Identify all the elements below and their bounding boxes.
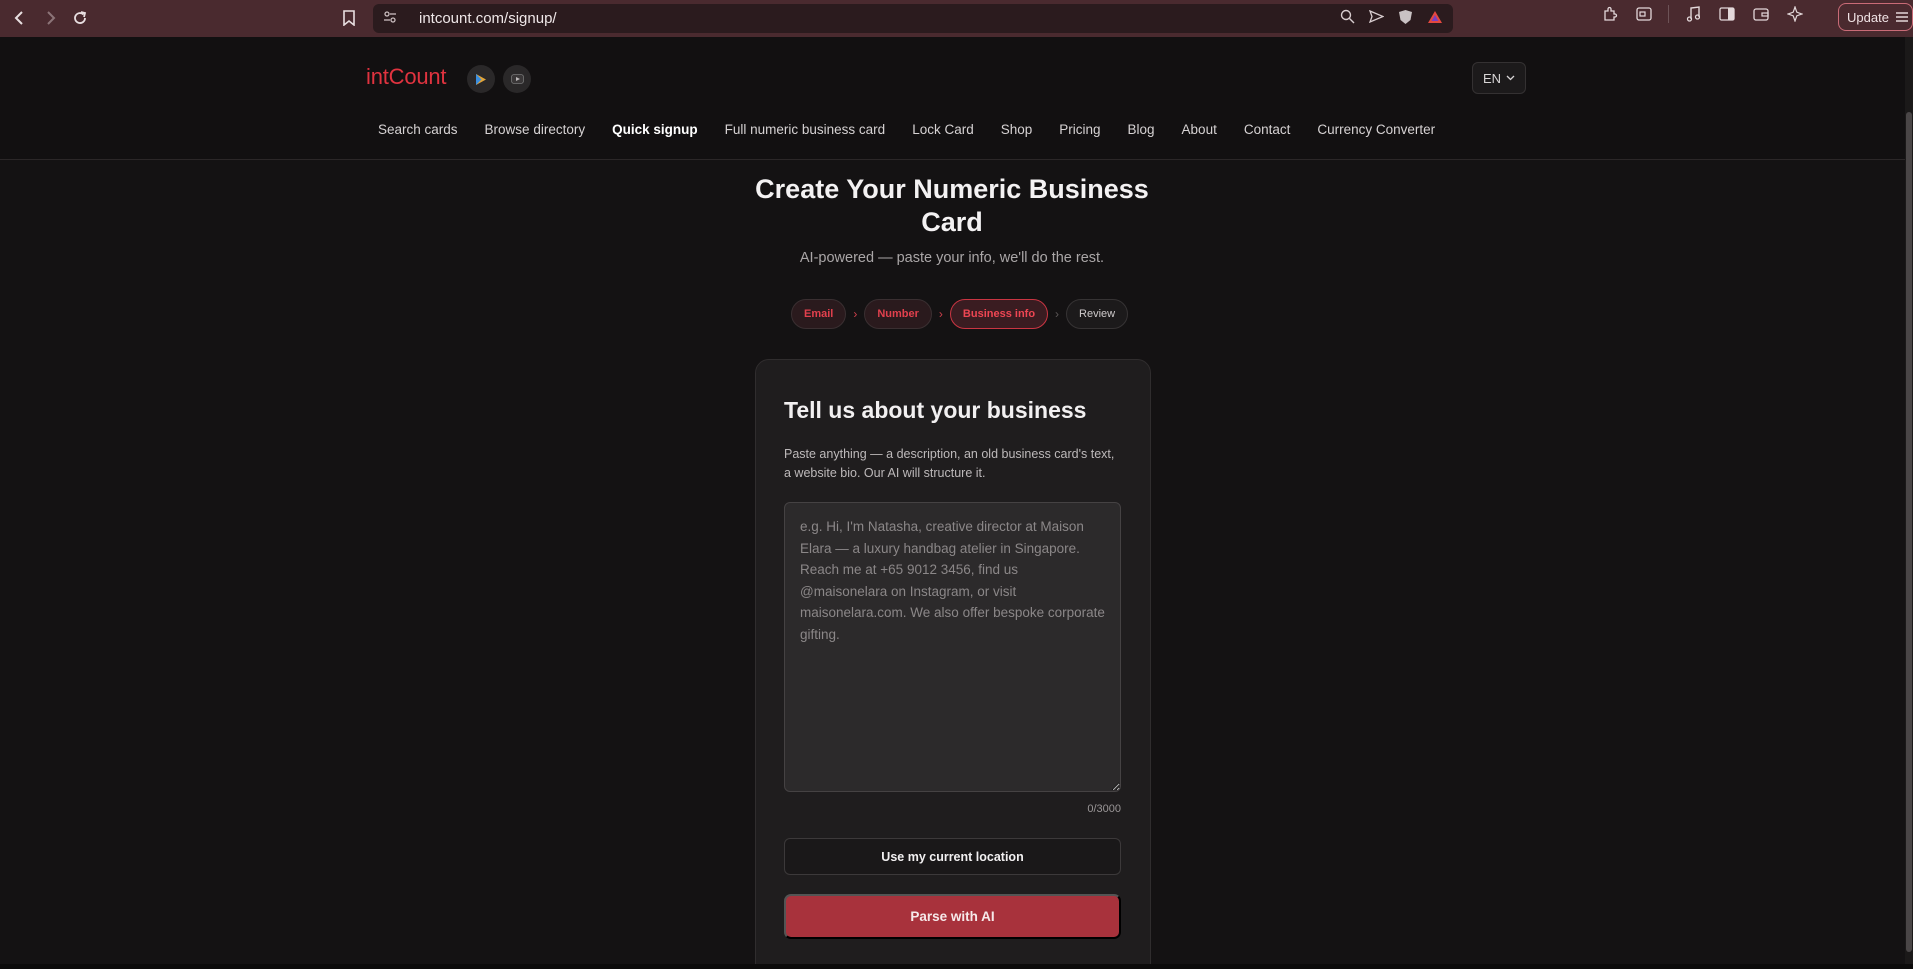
chevron-down-icon: [1506, 75, 1515, 81]
address-bar[interactable]: intcount.com/signup/: [373, 4, 1453, 33]
wallet-screenshot-icon[interactable]: [1634, 4, 1654, 24]
zoom-icon[interactable]: [1340, 9, 1355, 28]
character-counter: 0/3000: [1087, 803, 1121, 815]
card-description: Paste anything — a description, an old b…: [784, 447, 1115, 480]
nav-about[interactable]: About: [1182, 122, 1217, 137]
parse-with-ai-button[interactable]: Parse with AI: [784, 894, 1121, 939]
page-subtitle: AI-powered — paste your info, we'll do t…: [799, 250, 1105, 266]
back-icon[interactable]: [5, 3, 35, 33]
nav-full-numeric-business-card[interactable]: Full numeric business card: [725, 122, 886, 137]
reload-icon[interactable]: [65, 3, 95, 33]
menu-icon: [1895, 12, 1908, 22]
update-button[interactable]: Update: [1838, 3, 1913, 31]
bookmark-icon[interactable]: [334, 3, 364, 33]
nav-blog[interactable]: Blog: [1128, 122, 1155, 137]
chevron-right-icon: ›: [1055, 307, 1060, 321]
wallet-icon[interactable]: [1751, 4, 1771, 24]
nav-browse-directory[interactable]: Browse directory: [485, 122, 586, 137]
page-title: Create Your Numeric Business Card: [755, 174, 1149, 237]
step-email[interactable]: Email: [791, 299, 847, 329]
business-info-textarea[interactable]: [784, 502, 1121, 792]
url-text[interactable]: intcount.com/signup/: [419, 10, 1340, 27]
step-review: Review: [1066, 299, 1129, 329]
nav-currency-converter[interactable]: Currency Converter: [1317, 122, 1435, 137]
update-button-label: Update: [1847, 9, 1889, 25]
extensions-icon[interactable]: [1600, 4, 1620, 24]
main-navigation: Search cards Browse directory Quick sign…: [378, 122, 1462, 137]
signup-stepper: Email › Number › Business info › Review: [791, 299, 1129, 329]
nav-shop[interactable]: Shop: [1001, 122, 1033, 137]
nav-pricing[interactable]: Pricing: [1059, 122, 1100, 137]
google-play-icon[interactable]: [467, 65, 495, 93]
sidebar-icon[interactable]: [1717, 4, 1737, 24]
page-scrollbar-thumb[interactable]: [1906, 112, 1912, 952]
brave-shield-icon[interactable]: [1398, 9, 1413, 29]
music-icon[interactable]: [1683, 4, 1703, 24]
step-business-info[interactable]: Business info: [949, 299, 1049, 329]
brave-rewards-icon[interactable]: [1427, 10, 1443, 28]
browser-toolbar: intcount.com/signup/ Update: [0, 0, 1913, 37]
site-settings-icon[interactable]: [383, 11, 405, 26]
nav-quick-signup[interactable]: Quick signup: [612, 122, 698, 137]
site-logo[interactable]: intCount: [366, 64, 447, 90]
send-icon[interactable]: [1368, 9, 1385, 27]
ai-assistant-icon[interactable]: [1785, 4, 1805, 24]
nav-search-cards[interactable]: Search cards: [378, 122, 458, 137]
business-info-card: Tell us about your business Paste anythi…: [755, 359, 1151, 969]
forward-icon[interactable]: [35, 3, 65, 33]
use-location-button[interactable]: Use my current location: [784, 838, 1121, 875]
language-label: EN: [1482, 70, 1502, 86]
bottom-edge: [0, 964, 1913, 969]
chevron-right-icon: ›: [853, 307, 858, 321]
youtube-icon[interactable]: [503, 65, 531, 93]
site-header: intCount EN Search cards Browse director…: [0, 37, 1913, 160]
language-selector[interactable]: EN: [1472, 62, 1526, 94]
card-title: Tell us about your business: [784, 397, 1087, 423]
step-number[interactable]: Number: [864, 299, 932, 329]
chevron-right-icon: ›: [938, 307, 943, 321]
nav-lock-card[interactable]: Lock Card: [912, 122, 974, 137]
nav-contact[interactable]: Contact: [1244, 122, 1291, 137]
